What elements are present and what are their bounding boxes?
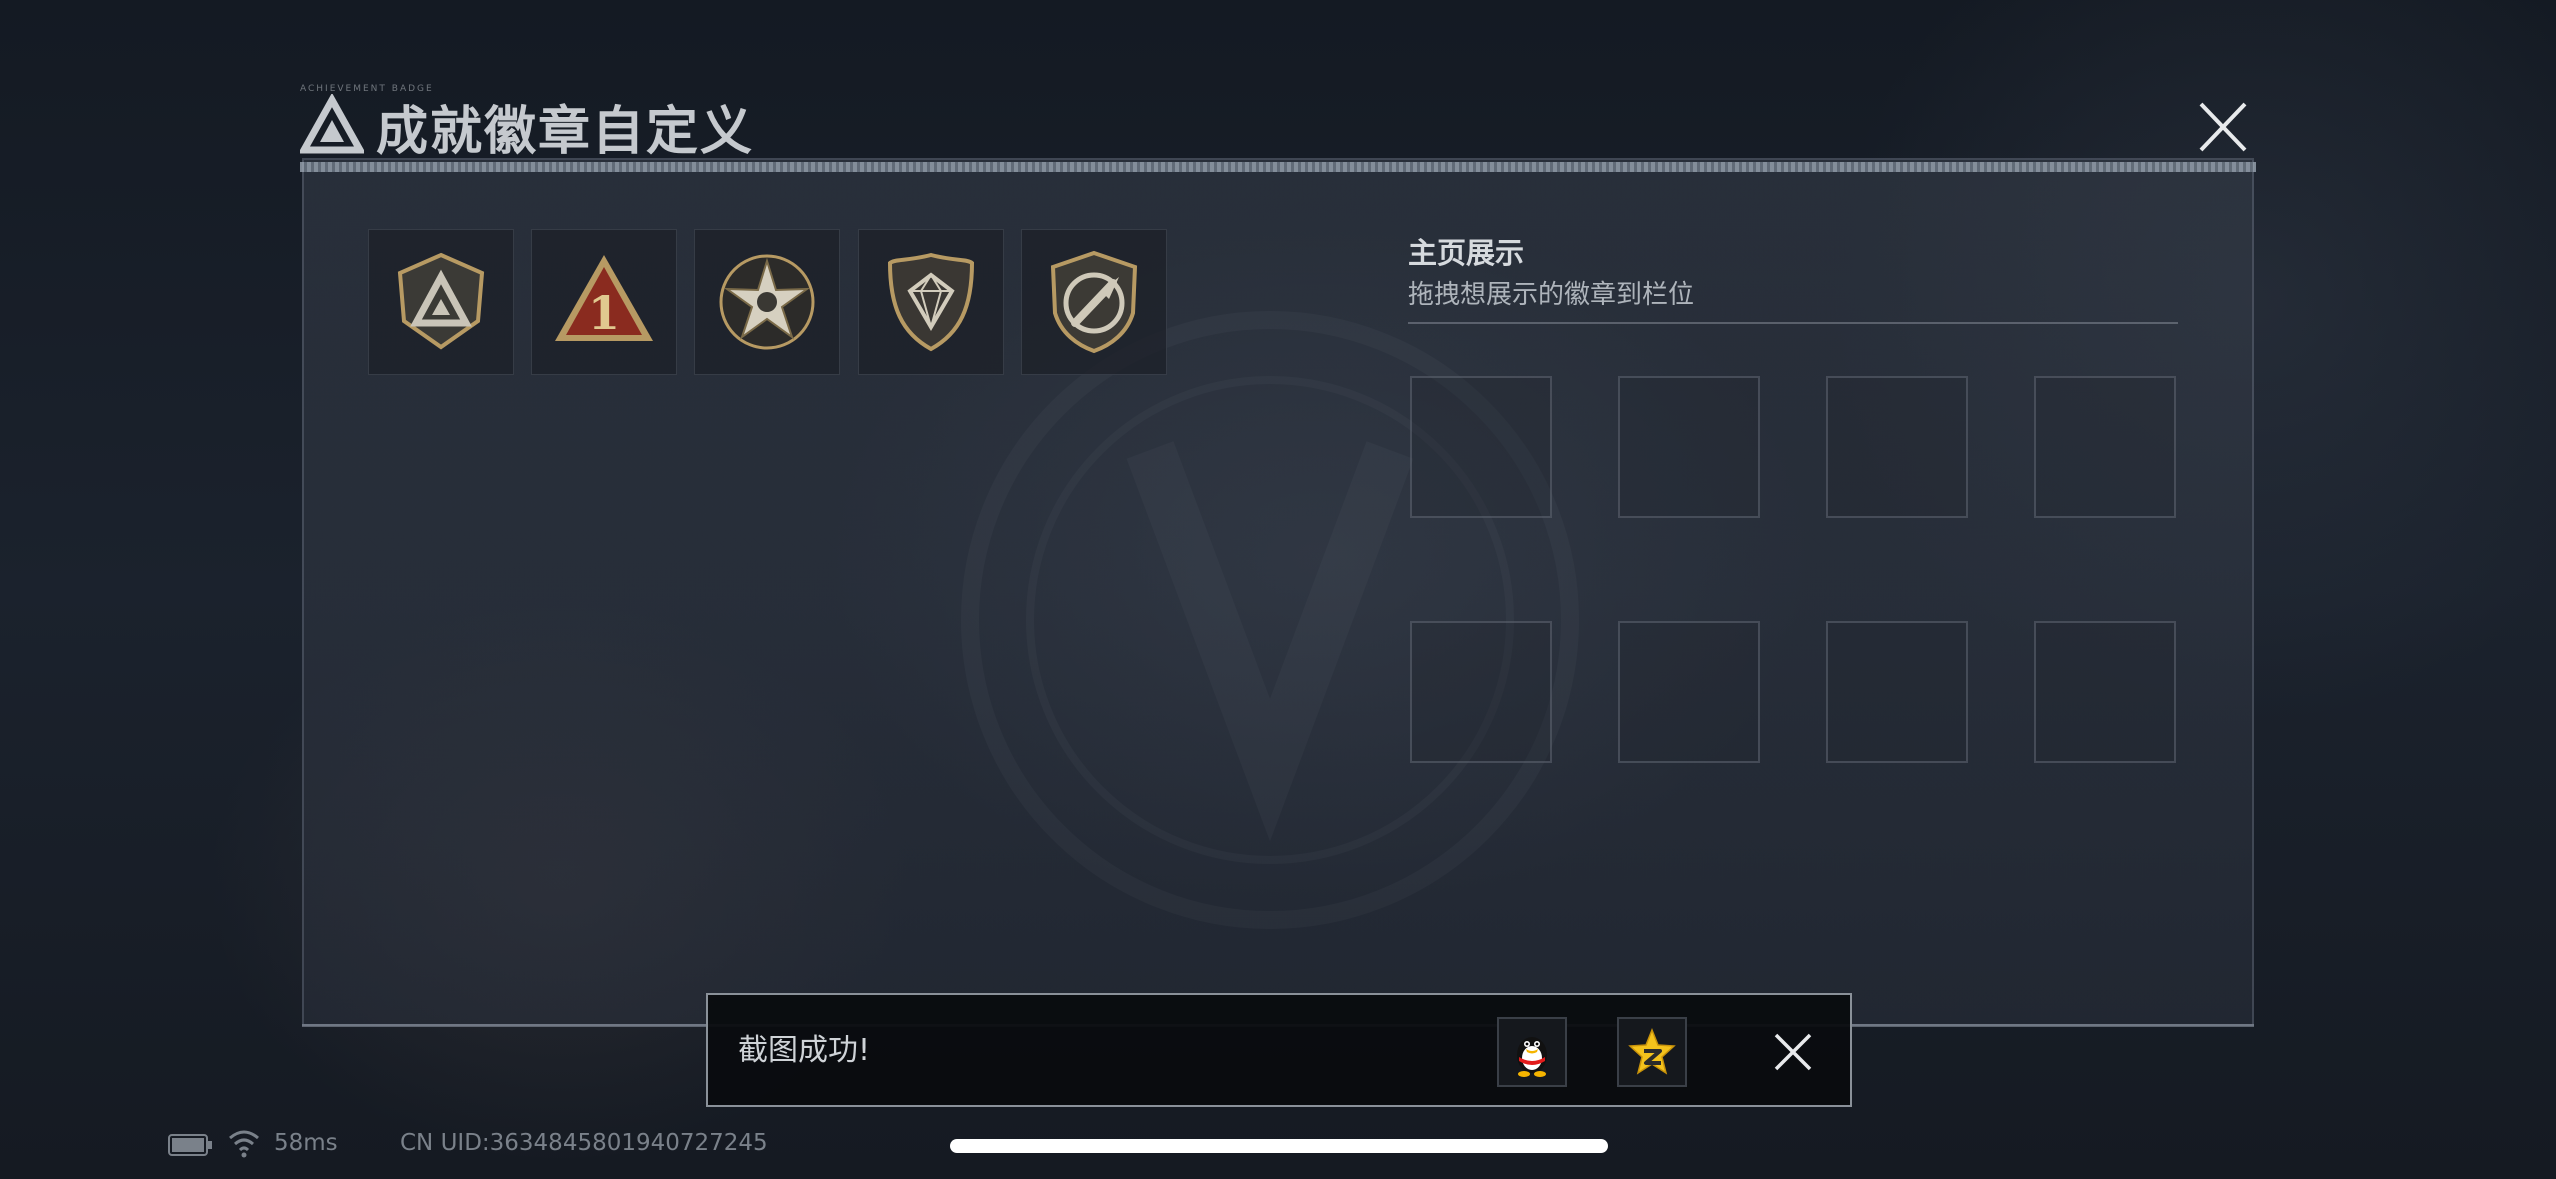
close-icon xyxy=(2199,102,2247,152)
showcase-slot[interactable] xyxy=(2034,621,2176,763)
badge-rank-one[interactable]: 1 xyxy=(531,229,677,375)
share-qq-button[interactable] xyxy=(1497,1017,1567,1087)
showcase-instruction: 拖拽想展示的徽章到栏位 xyxy=(1408,280,1695,310)
page-title: 成就徽章自定义 xyxy=(376,101,755,162)
star-emblem-icon xyxy=(719,254,815,350)
showcase-slot[interactable] xyxy=(1410,621,1552,763)
toast-message: 截图成功! xyxy=(738,1033,871,1068)
close-button[interactable] xyxy=(2188,98,2258,158)
showcase-slot[interactable] xyxy=(1826,621,1968,763)
badge-delta-shield[interactable] xyxy=(368,229,514,375)
svg-text:1: 1 xyxy=(588,286,620,340)
uid-readout: CN UID:3634845801940727245 xyxy=(400,1130,768,1156)
badge-knife-shield[interactable] xyxy=(1021,229,1167,375)
badge-star-emblem[interactable] xyxy=(694,229,840,375)
showcase-slot[interactable] xyxy=(1410,376,1552,518)
showcase-slot[interactable] xyxy=(2034,376,2176,518)
divider xyxy=(1408,322,2178,324)
qzone-star-icon xyxy=(1628,1027,1676,1075)
badge-diamond-shield[interactable] xyxy=(858,229,1004,375)
showcase-slot[interactable] xyxy=(1618,621,1760,763)
page-header: 成就徽章自定义 xyxy=(300,86,754,166)
showcase-title: 主页展示 xyxy=(1408,236,1525,270)
home-indicator[interactable] xyxy=(950,1139,1608,1153)
knife-shield-icon xyxy=(1050,250,1138,354)
showcase-slot[interactable] xyxy=(1618,376,1760,518)
showcase-slot[interactable] xyxy=(1826,376,1968,518)
delta-logo-icon xyxy=(300,94,364,154)
battery-icon xyxy=(168,1134,212,1156)
share-qzone-button[interactable] xyxy=(1617,1017,1687,1087)
close-icon xyxy=(1774,1033,1812,1071)
game-screen: ACHIEVEMENT BADGE 成就徽章自定义 1 主页展示 拖拽想展示的徽… xyxy=(0,0,2556,1179)
latency-readout: 58ms xyxy=(274,1130,338,1156)
panel-top-border xyxy=(300,162,2256,172)
wifi-icon xyxy=(229,1130,259,1158)
diamond-shield-icon xyxy=(887,252,975,352)
screenshot-toast: 截图成功! xyxy=(706,993,1852,1107)
qq-penguin-icon xyxy=(1517,1037,1547,1077)
delta-shield-icon xyxy=(397,252,485,350)
number-one-triangle-icon: 1 xyxy=(555,255,653,341)
toast-close-button[interactable] xyxy=(1768,1027,1818,1077)
